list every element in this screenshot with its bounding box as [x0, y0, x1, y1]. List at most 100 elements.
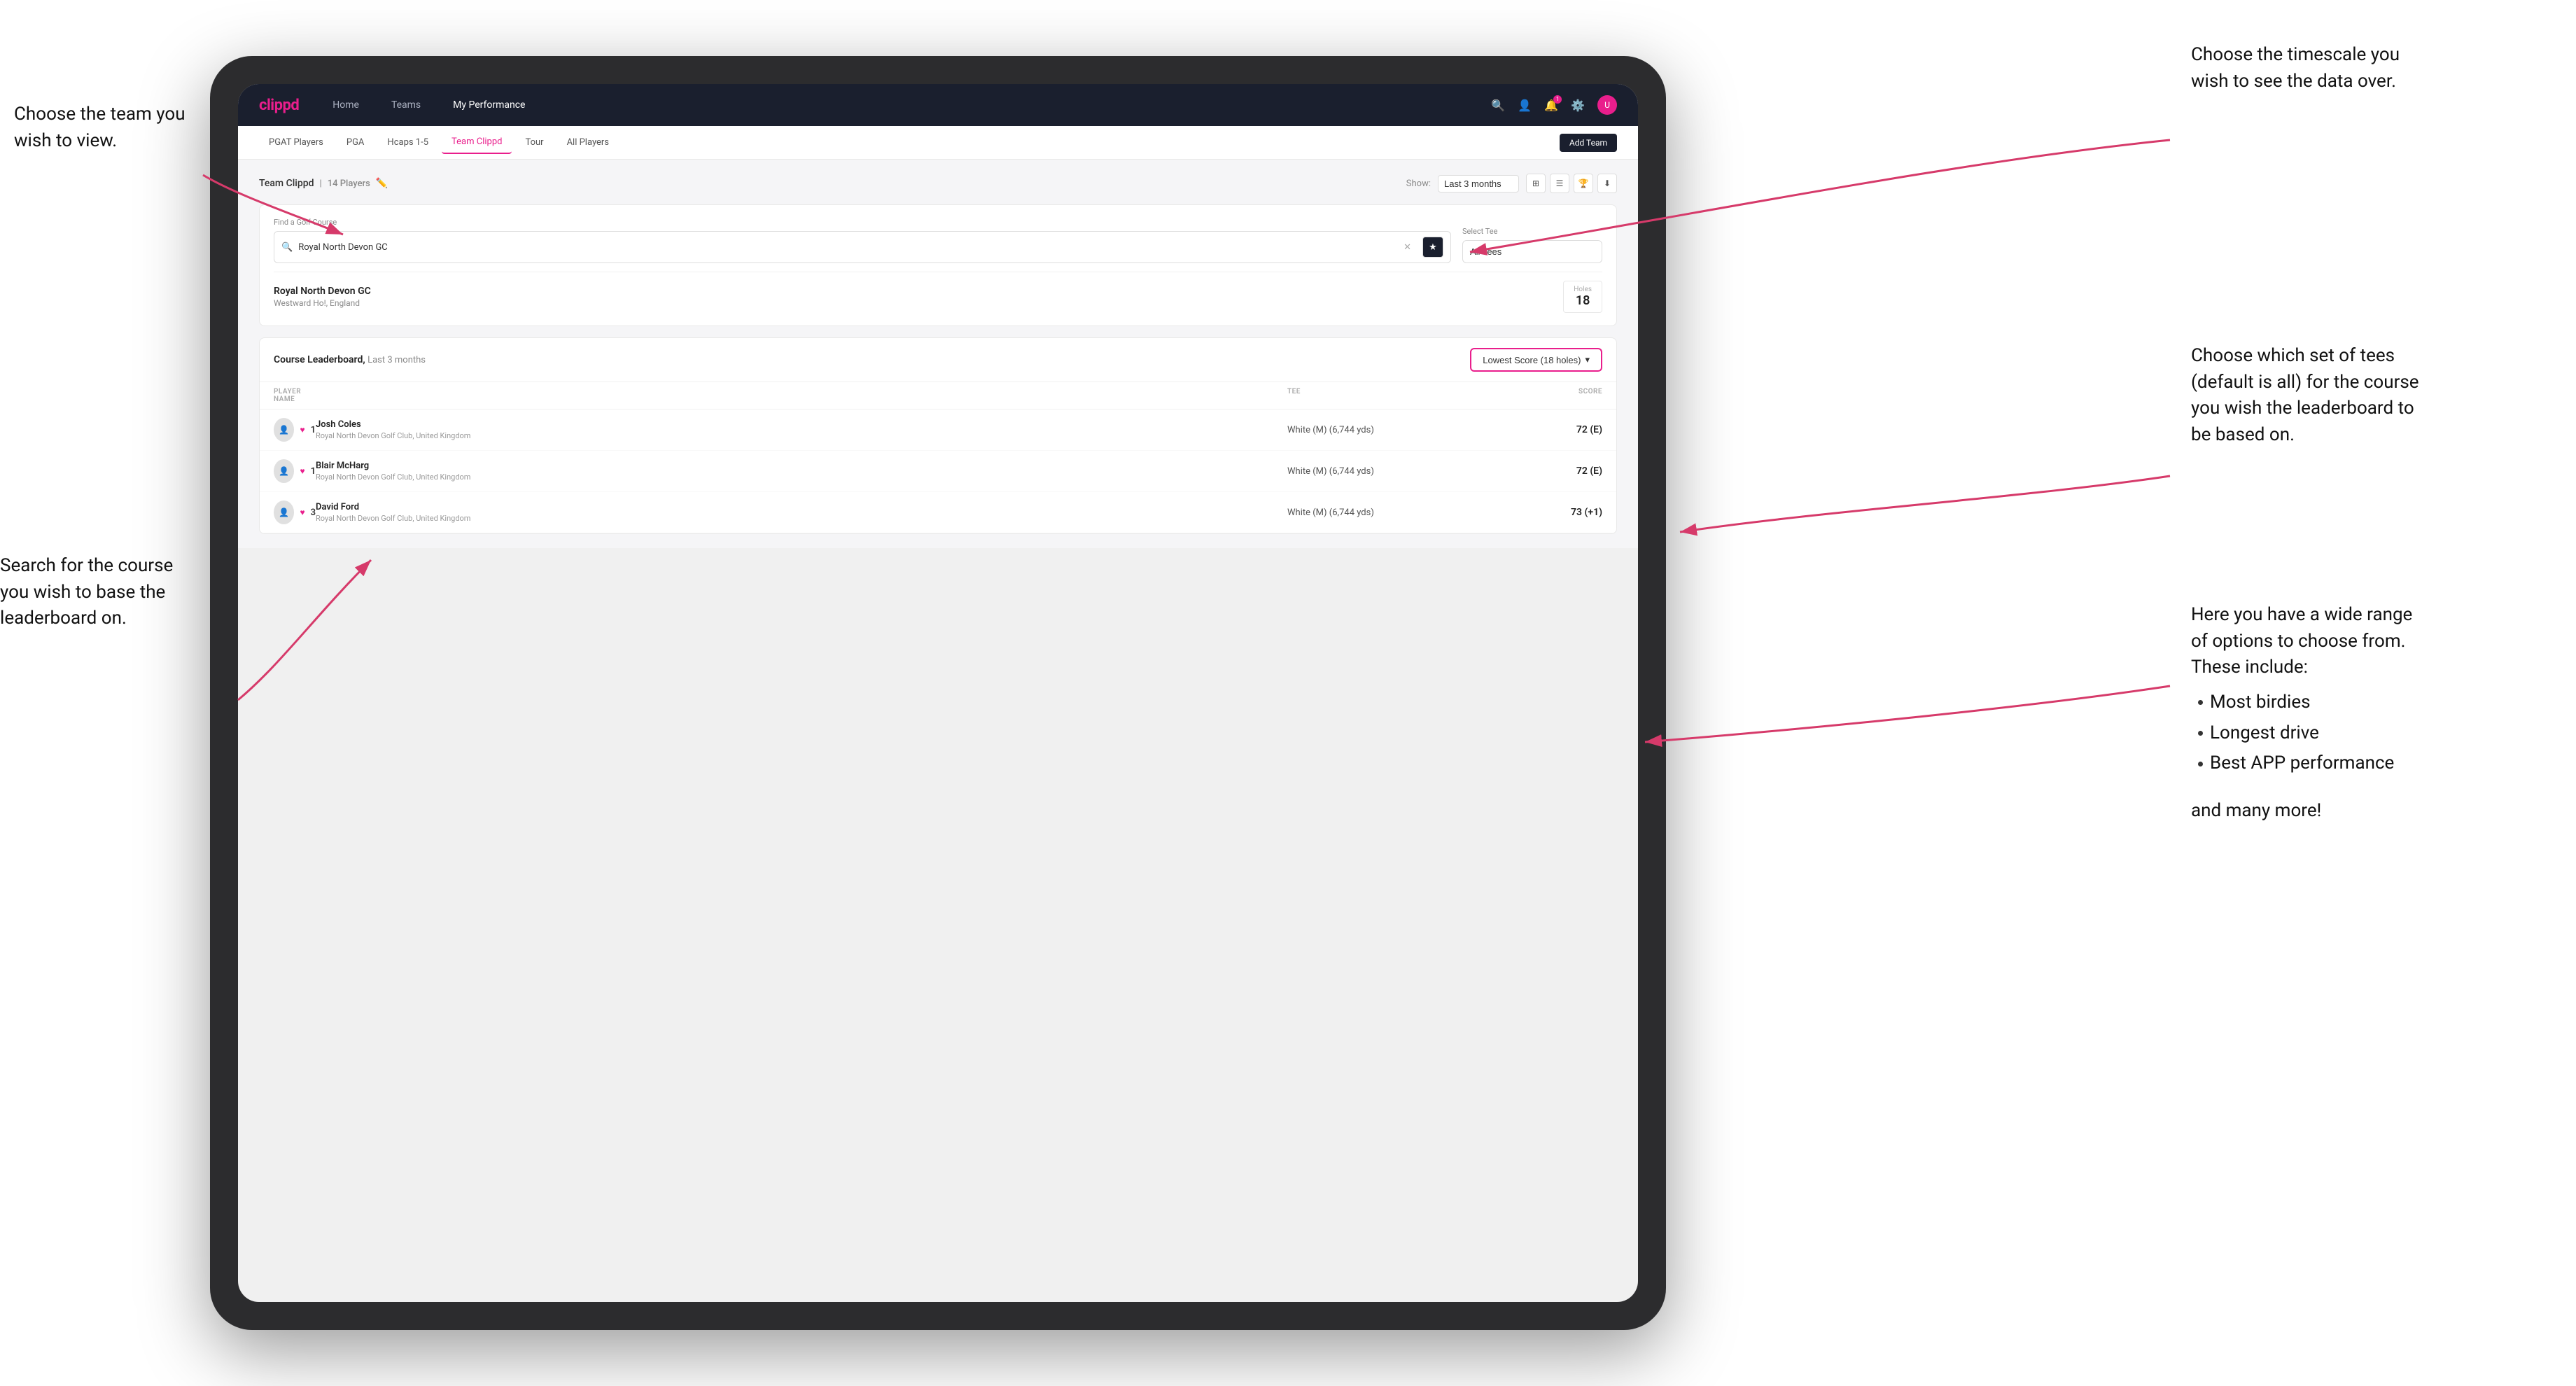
avatar: 👤: [274, 418, 294, 442]
avatar: 👤: [274, 459, 294, 483]
col-tee: TEE: [1287, 388, 1497, 403]
course-result-location: Westward Ho!, England: [274, 298, 371, 308]
star-button[interactable]: ★: [1422, 237, 1443, 258]
app-navbar: clippd Home Teams My Performance 🔍 👤 🔔 1…: [238, 84, 1638, 126]
holes-value: 18: [1574, 293, 1592, 308]
annotation-tees: Choose which set of tees (default is all…: [2191, 343, 2555, 449]
grid-view-btn[interactable]: ⊞: [1526, 174, 1546, 193]
leaderboard-header: Course Leaderboard, Last 3 months Lowest…: [260, 338, 1616, 382]
leaderboard-title: Course Leaderboard, Last 3 months: [274, 354, 426, 365]
player-club: Royal North Devon Golf Club, United King…: [316, 472, 1287, 482]
find-course-label: Find a Golf Course: [274, 218, 1451, 227]
course-result: Royal North Devon GC Westward Ho!, Engla…: [274, 272, 1602, 313]
people-icon[interactable]: 👤: [1518, 99, 1532, 112]
search-row: Find a Golf Course 🔍 Royal North Devon G…: [274, 218, 1602, 263]
team-count-num: 14 Players: [328, 178, 370, 189]
course-info: Royal North Devon GC Westward Ho!, Engla…: [274, 286, 371, 308]
tablet-frame: clippd Home Teams My Performance 🔍 👤 🔔 1…: [210, 56, 1666, 1330]
nav-icons: 🔍 👤 🔔 1 ⚙️ U: [1491, 95, 1617, 115]
table-row: 👤 ♥ 1 Josh Coles Royal North Devon Golf …: [260, 410, 1616, 451]
nav-teams[interactable]: Teams: [386, 97, 426, 113]
user-avatar[interactable]: U: [1597, 95, 1617, 115]
notification-badge: 1: [1553, 95, 1562, 104]
player-name: David Ford: [316, 502, 1287, 512]
sub-nav-tour[interactable]: Tour: [515, 132, 553, 153]
score-cell: 72 (E): [1497, 465, 1602, 477]
notification-icon[interactable]: 🔔 1: [1544, 99, 1558, 112]
heart-icon: ♥: [300, 425, 304, 435]
course-search-input-wrapper: 🔍 Royal North Devon GC ✕ ★: [274, 231, 1451, 263]
tee-cell: White (M) (6,744 yds): [1287, 466, 1497, 477]
main-content: Team Clippd | 14 Players ✏️ Show: Last 3…: [238, 160, 1638, 548]
nav-my-performance[interactable]: My Performance: [447, 97, 531, 113]
tablet-screen: clippd Home Teams My Performance 🔍 👤 🔔 1…: [238, 84, 1638, 1302]
sub-nav-all-players[interactable]: All Players: [557, 132, 619, 153]
leaderboard-table-header: PLAYER NAME TEE SCORE: [260, 382, 1616, 410]
tee-select[interactable]: All Tees: [1462, 240, 1602, 263]
edit-icon[interactable]: ✏️: [376, 178, 388, 189]
show-period-select[interactable]: Last 3 months: [1438, 175, 1519, 192]
team-player-count: |: [320, 178, 322, 189]
avatar: 👤: [274, 500, 294, 524]
chevron-down-icon: ▾: [1585, 354, 1590, 365]
view-icons: ⊞ ☰ 🏆 ⬇: [1526, 174, 1617, 193]
show-label: Show:: [1406, 178, 1431, 189]
rank-cell: 👤 ♥ 1: [274, 418, 316, 442]
download-btn[interactable]: ⬇: [1597, 174, 1617, 193]
team-title: Team Clippd | 14 Players: [259, 178, 370, 189]
annotation-choose-team: Choose the team you wish to view.: [14, 102, 186, 154]
course-search-value[interactable]: Royal North Devon GC: [298, 242, 1398, 253]
and-more-text: and many more!: [2191, 798, 2555, 825]
holes-box: Holes 18: [1563, 281, 1602, 313]
player-club: Royal North Devon Golf Club, United King…: [316, 431, 1287, 440]
score-cell: 72 (E): [1497, 424, 1602, 435]
settings-icon[interactable]: ⚙️: [1571, 99, 1585, 112]
leaderboard-section: Course Leaderboard, Last 3 months Lowest…: [259, 337, 1617, 534]
annotation-timescale: Choose the timescale you wish to see the…: [2191, 42, 2555, 94]
clear-search-btn[interactable]: ✕: [1404, 242, 1411, 253]
rank-cell: 👤 ♥ 1: [274, 459, 316, 483]
add-team-button[interactable]: Add Team: [1560, 134, 1617, 152]
col-player-name: PLAYER NAME: [274, 388, 316, 403]
tee-select-group: Select Tee All Tees: [1462, 227, 1602, 263]
tee-cell: White (M) (6,744 yds): [1287, 507, 1497, 518]
search-icon-inner: 🔍: [281, 242, 293, 253]
annotation-options: Here you have a wide range of options to…: [2191, 602, 2555, 825]
sub-nav-team-clippd[interactable]: Team Clippd: [442, 131, 512, 154]
heart-icon: ♥: [300, 507, 304, 517]
bullet-app-performance: Best APP performance: [2198, 750, 2555, 777]
player-info-cell: Blair McHarg Royal North Devon Golf Club…: [316, 461, 1287, 482]
search-icon[interactable]: 🔍: [1491, 99, 1505, 112]
rank-cell: 👤 ♥ 3: [274, 500, 316, 524]
player-info-cell: Josh Coles Royal North Devon Golf Club, …: [316, 419, 1287, 440]
options-bullet-list: Most birdies Longest drive Best APP perf…: [2191, 690, 2555, 777]
table-row: 👤 ♥ 1 Blair McHarg Royal North Devon Gol…: [260, 451, 1616, 492]
trophy-view-btn[interactable]: 🏆: [1574, 174, 1593, 193]
course-result-name: Royal North Devon GC: [274, 286, 371, 297]
tee-cell: White (M) (6,744 yds): [1287, 425, 1497, 435]
col-score: SCORE: [1497, 388, 1602, 403]
team-header: Team Clippd | 14 Players ✏️ Show: Last 3…: [259, 174, 1617, 193]
course-search-group: Find a Golf Course 🔍 Royal North Devon G…: [274, 218, 1451, 263]
table-row: 👤 ♥ 3 David Ford Royal North Devon Golf …: [260, 492, 1616, 533]
sub-nav-pga[interactable]: PGA: [337, 132, 374, 153]
bullet-most-birdies: Most birdies: [2198, 690, 2555, 716]
sub-nav-hcaps[interactable]: Hcaps 1-5: [377, 132, 438, 153]
annotation-search-course: Search for the course you wish to base t…: [0, 553, 173, 632]
search-section: Find a Golf Course 🔍 Royal North Devon G…: [259, 204, 1617, 326]
score-cell: 73 (+1): [1497, 507, 1602, 518]
select-tee-label: Select Tee: [1462, 227, 1602, 236]
list-view-btn[interactable]: ☰: [1550, 174, 1569, 193]
player-name: Josh Coles: [316, 419, 1287, 430]
app-logo: clippd: [259, 97, 299, 114]
score-type-button[interactable]: Lowest Score (18 holes) ▾: [1470, 348, 1602, 372]
nav-home[interactable]: Home: [327, 97, 365, 113]
show-controls: Show: Last 3 months ⊞ ☰ 🏆 ⬇: [1406, 174, 1617, 193]
player-name: Blair McHarg: [316, 461, 1287, 471]
sub-navbar: PGAT Players PGA Hcaps 1-5 Team Clippd T…: [238, 126, 1638, 160]
sub-nav-pgat[interactable]: PGAT Players: [259, 132, 333, 153]
heart-icon: ♥: [300, 466, 304, 476]
player-club: Royal North Devon Golf Club, United King…: [316, 514, 1287, 523]
player-info-cell: David Ford Royal North Devon Golf Club, …: [316, 502, 1287, 523]
bullet-longest-drive: Longest drive: [2198, 720, 2555, 747]
